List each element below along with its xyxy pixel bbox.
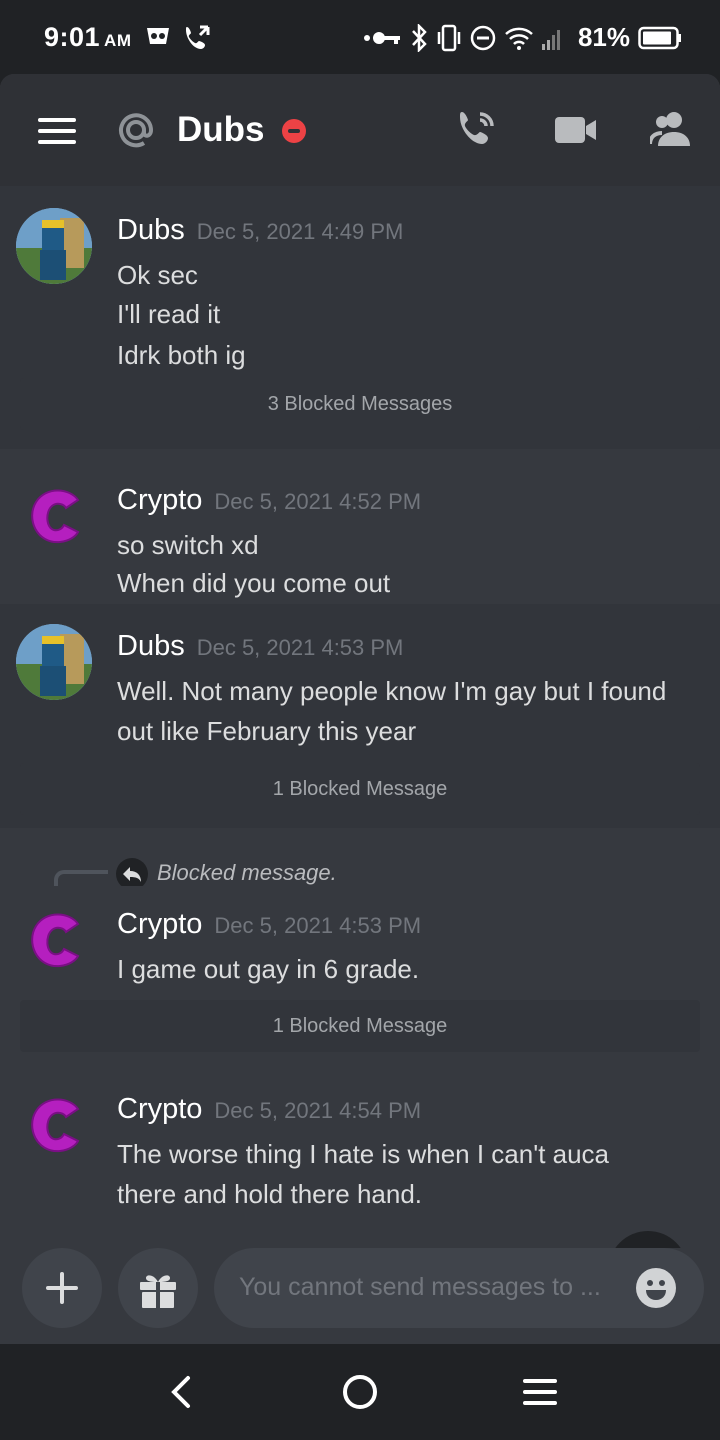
message-text: out like February this year xyxy=(117,716,417,746)
message-text: Well. Not many people know I'm gay but I… xyxy=(117,676,667,706)
at-icon xyxy=(119,113,154,148)
message-text: I game out gay in 6 grade. xyxy=(117,954,420,984)
message-author[interactable]: Crypto Dec 5, 2021 4:52 PM xyxy=(117,484,421,517)
message-text: Ok sec xyxy=(117,260,198,290)
clock: 9:01 AM xyxy=(44,22,132,52)
status-bar: 9:01 AM 81% xyxy=(0,0,720,74)
shield-app-icon xyxy=(147,28,169,44)
blocked-messages-bar[interactable]: 1 Blocked Message xyxy=(20,1000,700,1052)
crypto-c-logo-icon xyxy=(31,1098,80,1153)
members-icon[interactable] xyxy=(650,110,694,148)
message-text: Idrk both ig xyxy=(117,340,246,370)
message-text: When did you come out xyxy=(117,568,391,598)
plus-icon xyxy=(46,1272,78,1304)
message-input-placeholder: You cannot send messages to ... xyxy=(239,1273,601,1301)
message-input[interactable]: You cannot send messages to ... xyxy=(214,1248,704,1328)
signal-icon xyxy=(541,29,560,50)
channel-title: Dubs xyxy=(177,110,265,149)
vpn-key-icon xyxy=(363,31,400,44)
wifi-icon xyxy=(505,27,533,50)
recents-icon[interactable] xyxy=(522,1376,558,1408)
message-author[interactable]: Dubs Dec 5, 2021 4:49 PM xyxy=(117,214,403,247)
message-timestamp: Dec 5, 2021 4:49 PM xyxy=(196,219,404,244)
message-author[interactable]: Crypto Dec 5, 2021 4:53 PM xyxy=(117,908,421,941)
dnd-status-icon xyxy=(282,119,306,143)
message-author[interactable]: Dubs Dec 5, 2021 4:53 PM xyxy=(117,630,403,663)
avatar[interactable] xyxy=(16,902,92,978)
channel-header: Dubs xyxy=(0,74,720,186)
avatar[interactable] xyxy=(16,478,92,554)
message-composer: You cannot send messages to ... xyxy=(0,1248,720,1344)
gift-icon xyxy=(140,1275,176,1308)
avatar[interactable] xyxy=(16,208,92,284)
menu-icon[interactable] xyxy=(38,118,76,144)
blocked-messages-bar[interactable]: 1 Blocked Message xyxy=(20,763,700,815)
minecraft-avatar-icon xyxy=(16,624,92,700)
message-author[interactable]: Crypto Dec 5, 2021 4:54 PM xyxy=(117,1093,421,1126)
wifi-calling-icon xyxy=(186,25,210,49)
battery-percent: 81% xyxy=(577,22,630,52)
message-timestamp: Dec 5, 2021 4:52 PM xyxy=(214,489,422,514)
gift-nitro-button[interactable] xyxy=(118,1248,198,1328)
voice-call-icon[interactable] xyxy=(456,106,500,152)
message-text: I'll read it xyxy=(117,299,221,329)
message-timestamp: Dec 5, 2021 4:53 PM xyxy=(196,635,404,660)
back-icon[interactable] xyxy=(166,1374,196,1410)
blocked-messages-bar[interactable]: 3 Blocked Messages xyxy=(20,378,700,430)
message-timestamp: Dec 5, 2021 4:54 PM xyxy=(214,1098,422,1123)
minecraft-avatar-icon xyxy=(16,208,92,284)
message-list[interactable]: Dubs Dec 5, 2021 4:49 PM Ok sec I'll read… xyxy=(0,186,720,1311)
crypto-c-logo-icon xyxy=(31,489,80,544)
video-call-icon[interactable] xyxy=(554,114,598,146)
vibrate-icon xyxy=(437,24,461,51)
message-timestamp: Dec 5, 2021 4:53 PM xyxy=(214,913,422,938)
message-text: there and hold there hand. xyxy=(117,1179,423,1209)
dnd-icon xyxy=(470,25,496,50)
system-nav-bar xyxy=(0,1344,720,1440)
message-text: so switch xd xyxy=(117,530,259,560)
emoji-picker-icon[interactable] xyxy=(636,1268,676,1308)
home-icon[interactable] xyxy=(340,1372,380,1412)
bluetooth-icon xyxy=(412,23,427,52)
reply-preview[interactable]: Blocked message. xyxy=(157,860,337,886)
message-text: The worse thing I hate is when I can't a… xyxy=(117,1139,610,1169)
add-attachment-button[interactable] xyxy=(22,1248,102,1328)
avatar[interactable] xyxy=(16,1087,92,1163)
avatar[interactable] xyxy=(16,624,92,700)
battery-icon xyxy=(638,26,681,49)
crypto-c-logo-icon xyxy=(31,913,80,968)
dm-window: Dubs Dubs Dec 5, 2021 4:49 PM Ok sec I'l… xyxy=(0,74,720,1344)
